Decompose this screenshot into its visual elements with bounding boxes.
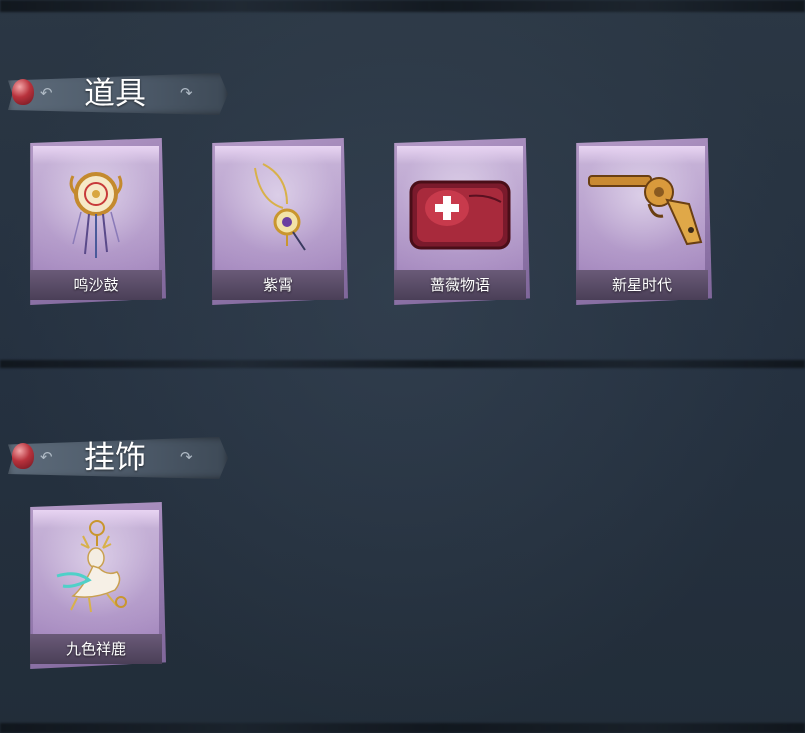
brush-divider-bottom — [0, 723, 805, 733]
item-card[interactable]: 新星时代 — [572, 138, 712, 305]
inventory-page: ↶ 道具 ↷ 鸣沙鼓 紫霄 蔷薇物语 新星时代 ↶ 挂饰 ↷ 九色祥鹿 — [0, 0, 805, 733]
first-aid-kit-icon — [409, 180, 511, 250]
swirl-ornament-icon: ↷ — [180, 84, 193, 102]
item-name: 紫霄 — [262, 276, 293, 294]
section-banner-charms: ↶ 挂饰 ↷ — [8, 437, 228, 479]
item-card[interactable]: 紫霄 — [208, 138, 348, 305]
section-title: 挂饰 — [84, 440, 146, 476]
swirl-ornament-icon: ↶ — [40, 84, 53, 102]
item-name: 九色祥鹿 — [65, 640, 126, 658]
item-name: 新星时代 — [611, 276, 672, 294]
red-gem-icon — [12, 443, 34, 469]
swirl-ornament-icon: ↶ — [40, 448, 53, 466]
pendant-necklace-icon — [254, 163, 306, 251]
revolver-icon — [588, 175, 703, 246]
item-name: 鸣沙鼓 — [73, 276, 119, 294]
section-banner-props: ↶ 道具 ↷ — [8, 73, 228, 115]
item-card[interactable]: 九色祥鹿 — [26, 502, 166, 669]
brush-divider-middle — [0, 360, 805, 368]
item-name: 蔷薇物语 — [429, 276, 490, 294]
deer-charm-icon — [56, 520, 127, 613]
dreamcatcher-drum-icon — [69, 172, 123, 258]
brush-divider-top — [0, 0, 805, 12]
section-title: 道具 — [84, 76, 146, 112]
item-card[interactable]: 鸣沙鼓 — [26, 138, 166, 305]
swirl-ornament-icon: ↷ — [180, 448, 193, 466]
item-card[interactable]: 蔷薇物语 — [390, 138, 530, 305]
red-gem-icon — [12, 79, 34, 105]
